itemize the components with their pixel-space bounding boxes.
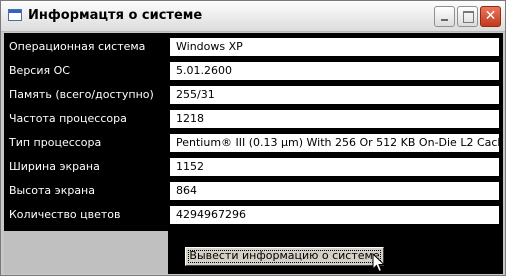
labels-panel: Операционная система Версия ОС Память (в… bbox=[4, 33, 168, 231]
title-bar[interactable]: Информацтя о системе ✕ bbox=[1, 1, 505, 32]
close-icon: ✕ bbox=[484, 8, 497, 24]
mouse-pointer-icon bbox=[372, 253, 386, 273]
value-screen-height[interactable]: 864 bbox=[170, 182, 499, 200]
minimize-icon bbox=[441, 19, 448, 21]
label-memory: Память (всего/доступно) bbox=[9, 88, 154, 101]
value-cpu-type[interactable]: Pentium® III (0.13 µm) With 256 Or 512 K… bbox=[170, 134, 499, 152]
value-os[interactable]: Windows XP bbox=[170, 38, 499, 56]
maximize-button[interactable] bbox=[457, 6, 478, 27]
window-title: Информацтя о системе bbox=[28, 8, 203, 23]
maximize-icon bbox=[463, 11, 474, 23]
value-screen-width[interactable]: 1152 bbox=[170, 158, 499, 176]
label-os-version: Версия ОС bbox=[9, 64, 70, 77]
minimize-button[interactable] bbox=[434, 6, 455, 27]
label-cpu-frequency: Частота процессора bbox=[9, 112, 127, 125]
label-screen-height: Высота экрана bbox=[9, 184, 95, 197]
label-cpu-type: Тип процессора bbox=[9, 136, 102, 149]
label-os: Операционная система bbox=[9, 40, 146, 53]
app-window-icon bbox=[8, 9, 22, 21]
show-system-info-button[interactable]: Вывести информацию о системе bbox=[185, 247, 384, 266]
close-button[interactable]: ✕ bbox=[480, 6, 501, 27]
system-info-window: Информацтя о системе ✕ Операционная сист… bbox=[0, 0, 506, 276]
value-os-version[interactable]: 5.01.2600 bbox=[170, 62, 499, 80]
value-memory[interactable]: 255/31 bbox=[170, 86, 499, 104]
value-color-count[interactable]: 4294967296 bbox=[170, 206, 499, 224]
bottom-left-panel bbox=[4, 231, 168, 274]
label-screen-width: Ширина экрана bbox=[9, 160, 100, 173]
value-cpu-frequency[interactable]: 1218 bbox=[170, 110, 499, 128]
values-panel: Windows XP 5.01.2600 255/31 1218 Pentium… bbox=[168, 33, 503, 231]
label-color-count: Количество цветов bbox=[9, 208, 121, 221]
